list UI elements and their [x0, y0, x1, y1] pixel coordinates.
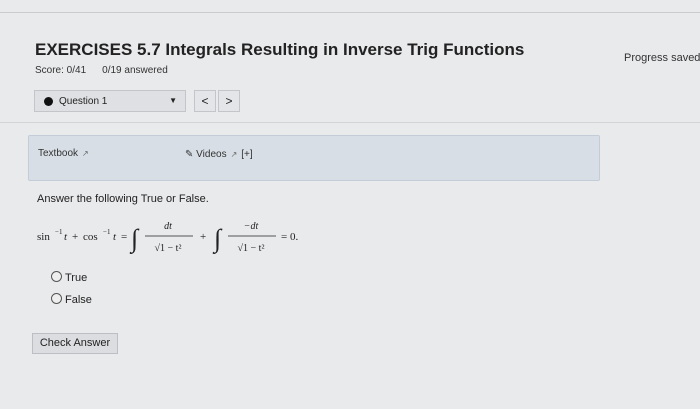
- question-select[interactable]: Question 1 ▼: [34, 90, 186, 112]
- eq-rhs: = 0.: [281, 231, 298, 243]
- option-false-label: False: [65, 294, 92, 306]
- eq-inv-2: −1: [103, 228, 111, 236]
- previous-question-button[interactable]: <: [194, 90, 216, 112]
- eq-cos: cos: [83, 231, 98, 243]
- eq-sin: sin: [37, 231, 50, 243]
- videos-more-toggle[interactable]: [+]: [241, 149, 252, 160]
- next-question-button[interactable]: >: [218, 90, 240, 112]
- option-true-label: True: [65, 272, 88, 284]
- top-divider: [0, 12, 700, 13]
- option-true[interactable]: True: [51, 271, 131, 284]
- videos-label: Videos: [196, 149, 227, 160]
- eq-numerator-2: −dt: [244, 221, 259, 232]
- eq-numerator-1: dt: [164, 221, 172, 232]
- answered-text: 0/19 answered: [102, 65, 168, 76]
- external-link-icon: ↗: [230, 150, 238, 159]
- radio-icon[interactable]: [51, 271, 62, 282]
- question-select-label: Question 1: [59, 96, 108, 107]
- textbook-link[interactable]: Textbook ↗: [38, 148, 89, 159]
- videos-link[interactable]: ✎ Videos ↗ [+]: [185, 149, 253, 160]
- eq-var-1: t: [64, 231, 68, 243]
- progress-status: Progress saved: [624, 52, 700, 64]
- question-equation: sin −1 t + cos −1 t = ∫ dt √1 − t² + ∫ −…: [37, 214, 337, 262]
- question-status-dot: [44, 97, 53, 106]
- score-text: Score: 0/41: [35, 65, 87, 76]
- textbook-label: Textbook: [38, 148, 79, 159]
- external-link-icon: ↗: [82, 149, 89, 158]
- eq-plus-1: +: [72, 231, 78, 243]
- eq-plus-2: +: [200, 231, 206, 243]
- section-divider: [0, 122, 700, 123]
- eq-denominator-1: √1 − t²: [155, 243, 182, 254]
- check-answer-button[interactable]: Check Answer: [32, 333, 118, 354]
- eq-denominator-2: √1 − t²: [238, 243, 265, 254]
- chevron-down-icon: ▼: [169, 96, 177, 105]
- radio-icon[interactable]: [51, 293, 62, 304]
- score-line: Score: 0/41 0/19 answered: [35, 65, 168, 76]
- page-title: EXERCISES 5.7 Integrals Resulting in Inv…: [35, 40, 525, 59]
- eq-equals: =: [121, 231, 127, 243]
- question-instruction: Answer the following True or False.: [37, 193, 209, 205]
- integral-sign-1: ∫: [129, 224, 140, 254]
- eq-var-2: t: [113, 231, 117, 243]
- eq-inv-1: −1: [55, 228, 63, 236]
- integral-sign-2: ∫: [212, 224, 223, 254]
- option-false[interactable]: False: [51, 293, 131, 306]
- video-icon: ✎: [185, 149, 194, 160]
- resources-panel: Textbook ↗ ✎ Videos ↗ [+]: [28, 135, 600, 181]
